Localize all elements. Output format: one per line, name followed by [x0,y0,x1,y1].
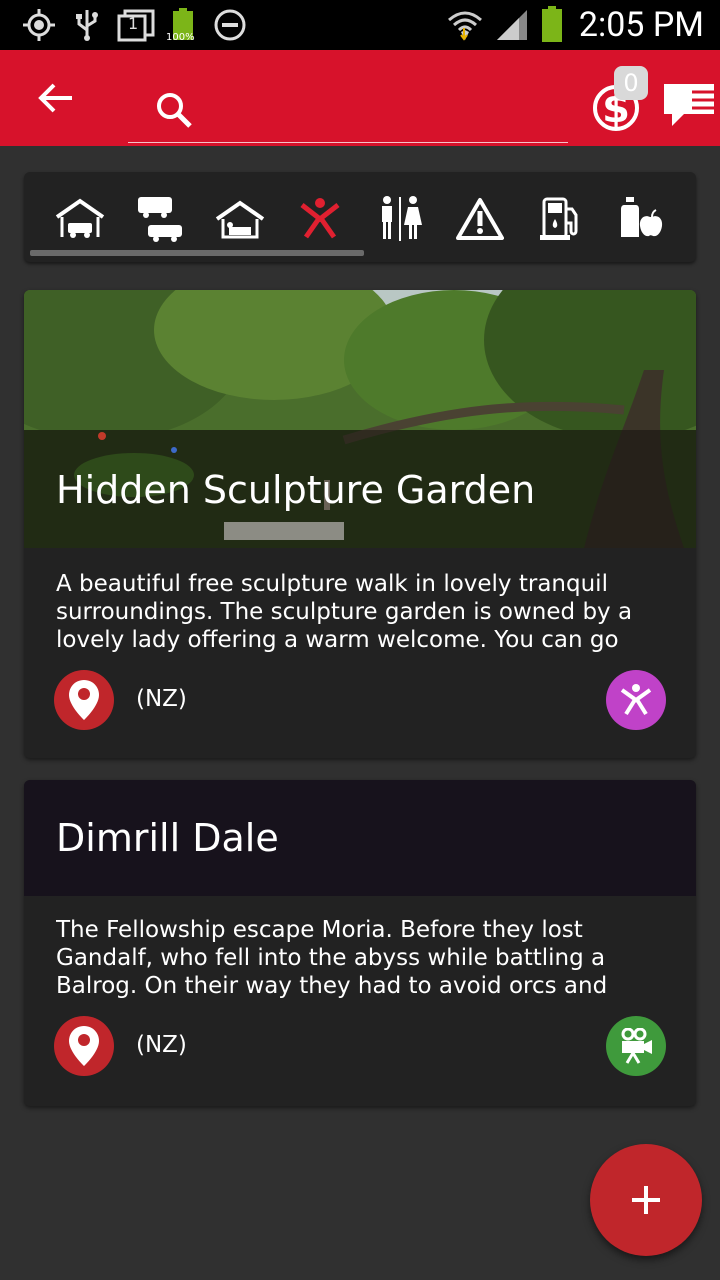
sim-label: 1 [128,14,139,33]
activity-person-icon [300,198,340,239]
category-groceries[interactable] [612,194,668,244]
back-button[interactable] [28,70,84,126]
place-description: A beautiful free sculpture walk in lovel… [56,571,633,653]
add-place-button[interactable] [590,1144,702,1256]
speech-bubble-icon [664,84,714,126]
search-bar[interactable] [128,72,568,143]
place-region: (NZ) [136,1032,187,1058]
category-accommodation[interactable] [212,194,268,244]
status-bar: 1 100% 2:05 PM [0,0,720,50]
search-input[interactable] [206,86,560,132]
house-bed-icon [215,200,265,239]
signal-icon [494,8,530,42]
do-not-disturb-icon [212,8,248,42]
messages-button[interactable] [662,80,716,130]
place-card[interactable]: Hidden Sculpture Garden A beautiful free… [24,290,696,758]
place-category-badge [606,1016,666,1076]
place-title: Hidden Sculpture Garden [56,468,536,512]
place-category-badge [606,670,666,730]
donate-badge-count: 0 [614,66,648,100]
back-arrow-icon [38,83,72,113]
warning-icon [456,198,504,240]
groceries-icon [621,197,663,237]
search-icon [154,90,194,130]
place-description: The Fellowship escape Moria. Before they… [56,917,608,999]
toilets-icon [382,196,422,241]
campground-icon [55,198,105,238]
battery-charging-icon [538,6,566,42]
wifi-icon [446,8,484,42]
location-pin-icon [69,1026,99,1066]
battery-full-icon: 100% [166,8,198,43]
place-card[interactable]: Dimrill Dale The Fellowship escape Moria… [24,780,696,1106]
category-campground[interactable] [52,194,108,244]
category-fuel[interactable] [532,194,588,244]
usb-icon [72,8,102,42]
location-pin-button[interactable] [54,670,114,730]
location-pin-icon [69,680,99,720]
category-scroll-indicator[interactable] [30,250,364,256]
motorhome-icon [138,197,182,242]
category-warning[interactable] [452,194,508,244]
location-pin-button[interactable] [54,1016,114,1076]
battery-label: 100% [166,32,195,43]
movie-camera-icon [621,1028,652,1064]
category-activities[interactable] [292,194,348,244]
category-motorhome[interactable] [132,194,188,244]
category-filter-bar [24,172,696,262]
clock: 2:05 PM [578,5,704,45]
place-region: (NZ) [136,686,187,712]
activity-person-icon [620,684,652,716]
app-bar: $ [0,50,720,146]
gps-icon [20,8,58,42]
sim-icon: 1 [116,8,156,42]
plus-icon [632,1186,660,1214]
place-title: Dimrill Dale [56,816,279,860]
category-toilets[interactable] [372,194,428,244]
fuel-pump-icon [540,197,578,240]
